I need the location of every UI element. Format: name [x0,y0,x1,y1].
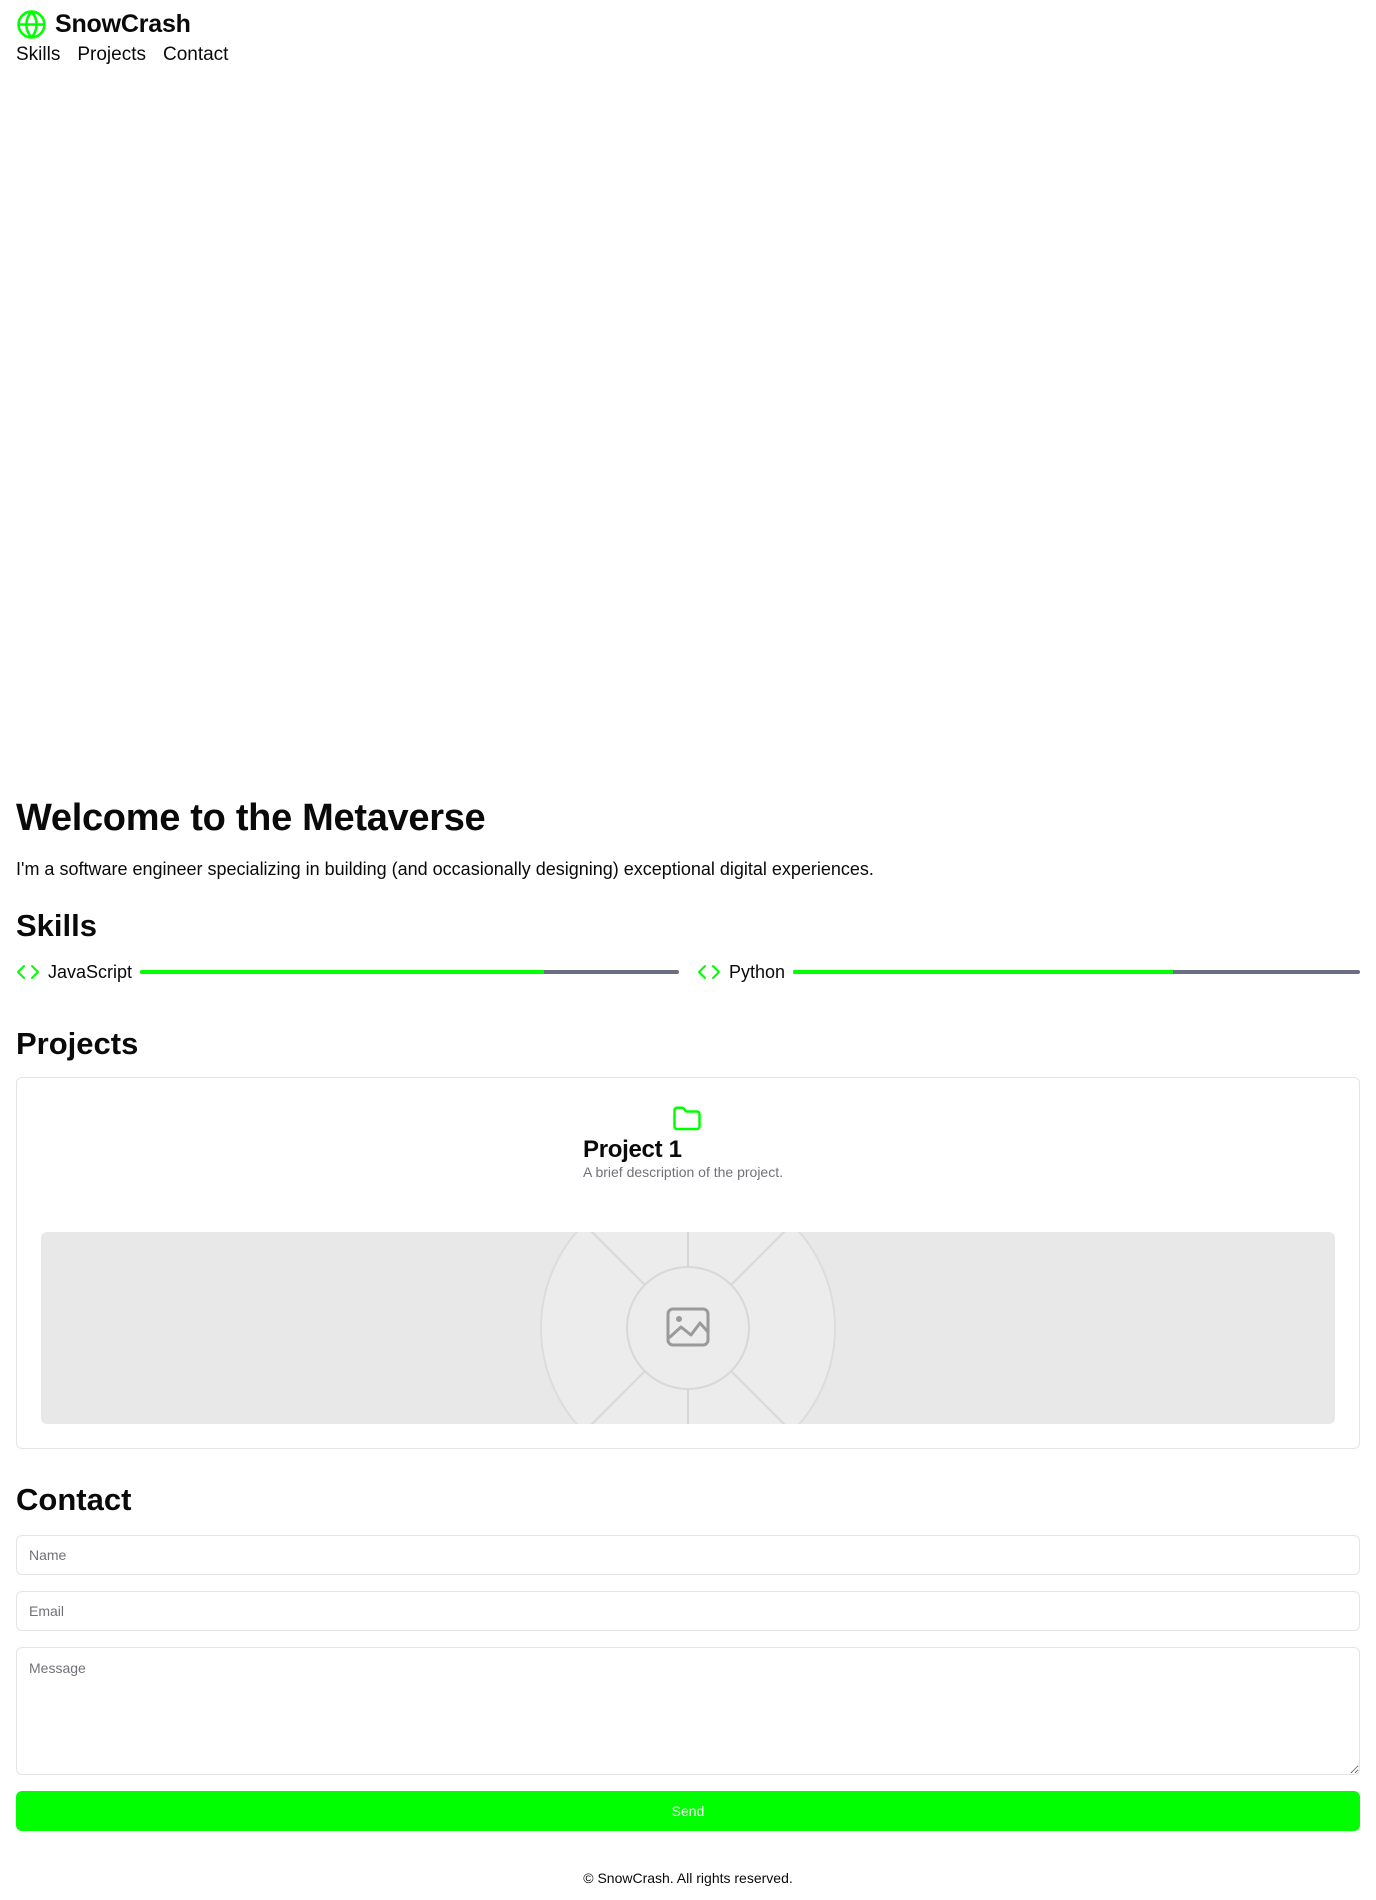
skill-item: JavaScript [16,960,679,984]
main-nav: Skills Projects Contact [16,44,228,66]
footer-copyright: © SnowCrash. All rights reserved. [583,1870,793,1886]
brand[interactable]: SnowCrash [16,8,228,40]
project-name: Project 1 [583,1136,682,1163]
send-button[interactable]: Send [16,1791,1360,1831]
project-card[interactable]: Project 1 A brief description of the pro… [16,1077,1360,1449]
skill-progress-bar [793,970,1360,974]
project-image-placeholder [41,1232,1335,1424]
contact-title: Contact [16,1482,132,1517]
skills-title: Skills [16,908,97,943]
project-description: A brief description of the project. [583,1164,783,1180]
skill-progress-fill [793,970,1173,974]
code-icon [17,965,39,979]
site-header: SnowCrash Skills Projects Contact [16,8,228,66]
hero-text: I'm a software engineer specializing in … [16,859,874,879]
contact-form: Send [16,1535,1360,1831]
name-field[interactable] [16,1535,1360,1575]
nav-link-skills[interactable]: Skills [16,44,60,66]
nav-link-projects[interactable]: Projects [77,44,146,66]
skill-label: Python [729,961,786,982]
hero-title: Welcome to the Metaverse [16,797,486,839]
email-field[interactable] [16,1591,1360,1631]
skill-progress-fill [140,970,545,974]
skill-item: Python [697,960,1360,984]
brand-name: SnowCrash [55,9,191,38]
nav-link-contact[interactable]: Contact [163,44,228,66]
code-icon [698,965,720,979]
project-header: Project 1 A brief description of the pro… [583,1104,883,1180]
skills-list: JavaScript Python [16,959,1360,985]
main-content: Welcome to the Metaverse I'm a software … [16,795,1360,1831]
image-placeholder-icon [488,1232,888,1424]
skill-progress-bar [140,970,679,974]
projects-title: Projects [16,1026,139,1061]
folder-icon [673,1106,701,1131]
message-field[interactable] [16,1647,1360,1775]
skill-label: JavaScript [48,961,133,982]
globe-icon [17,9,46,39]
